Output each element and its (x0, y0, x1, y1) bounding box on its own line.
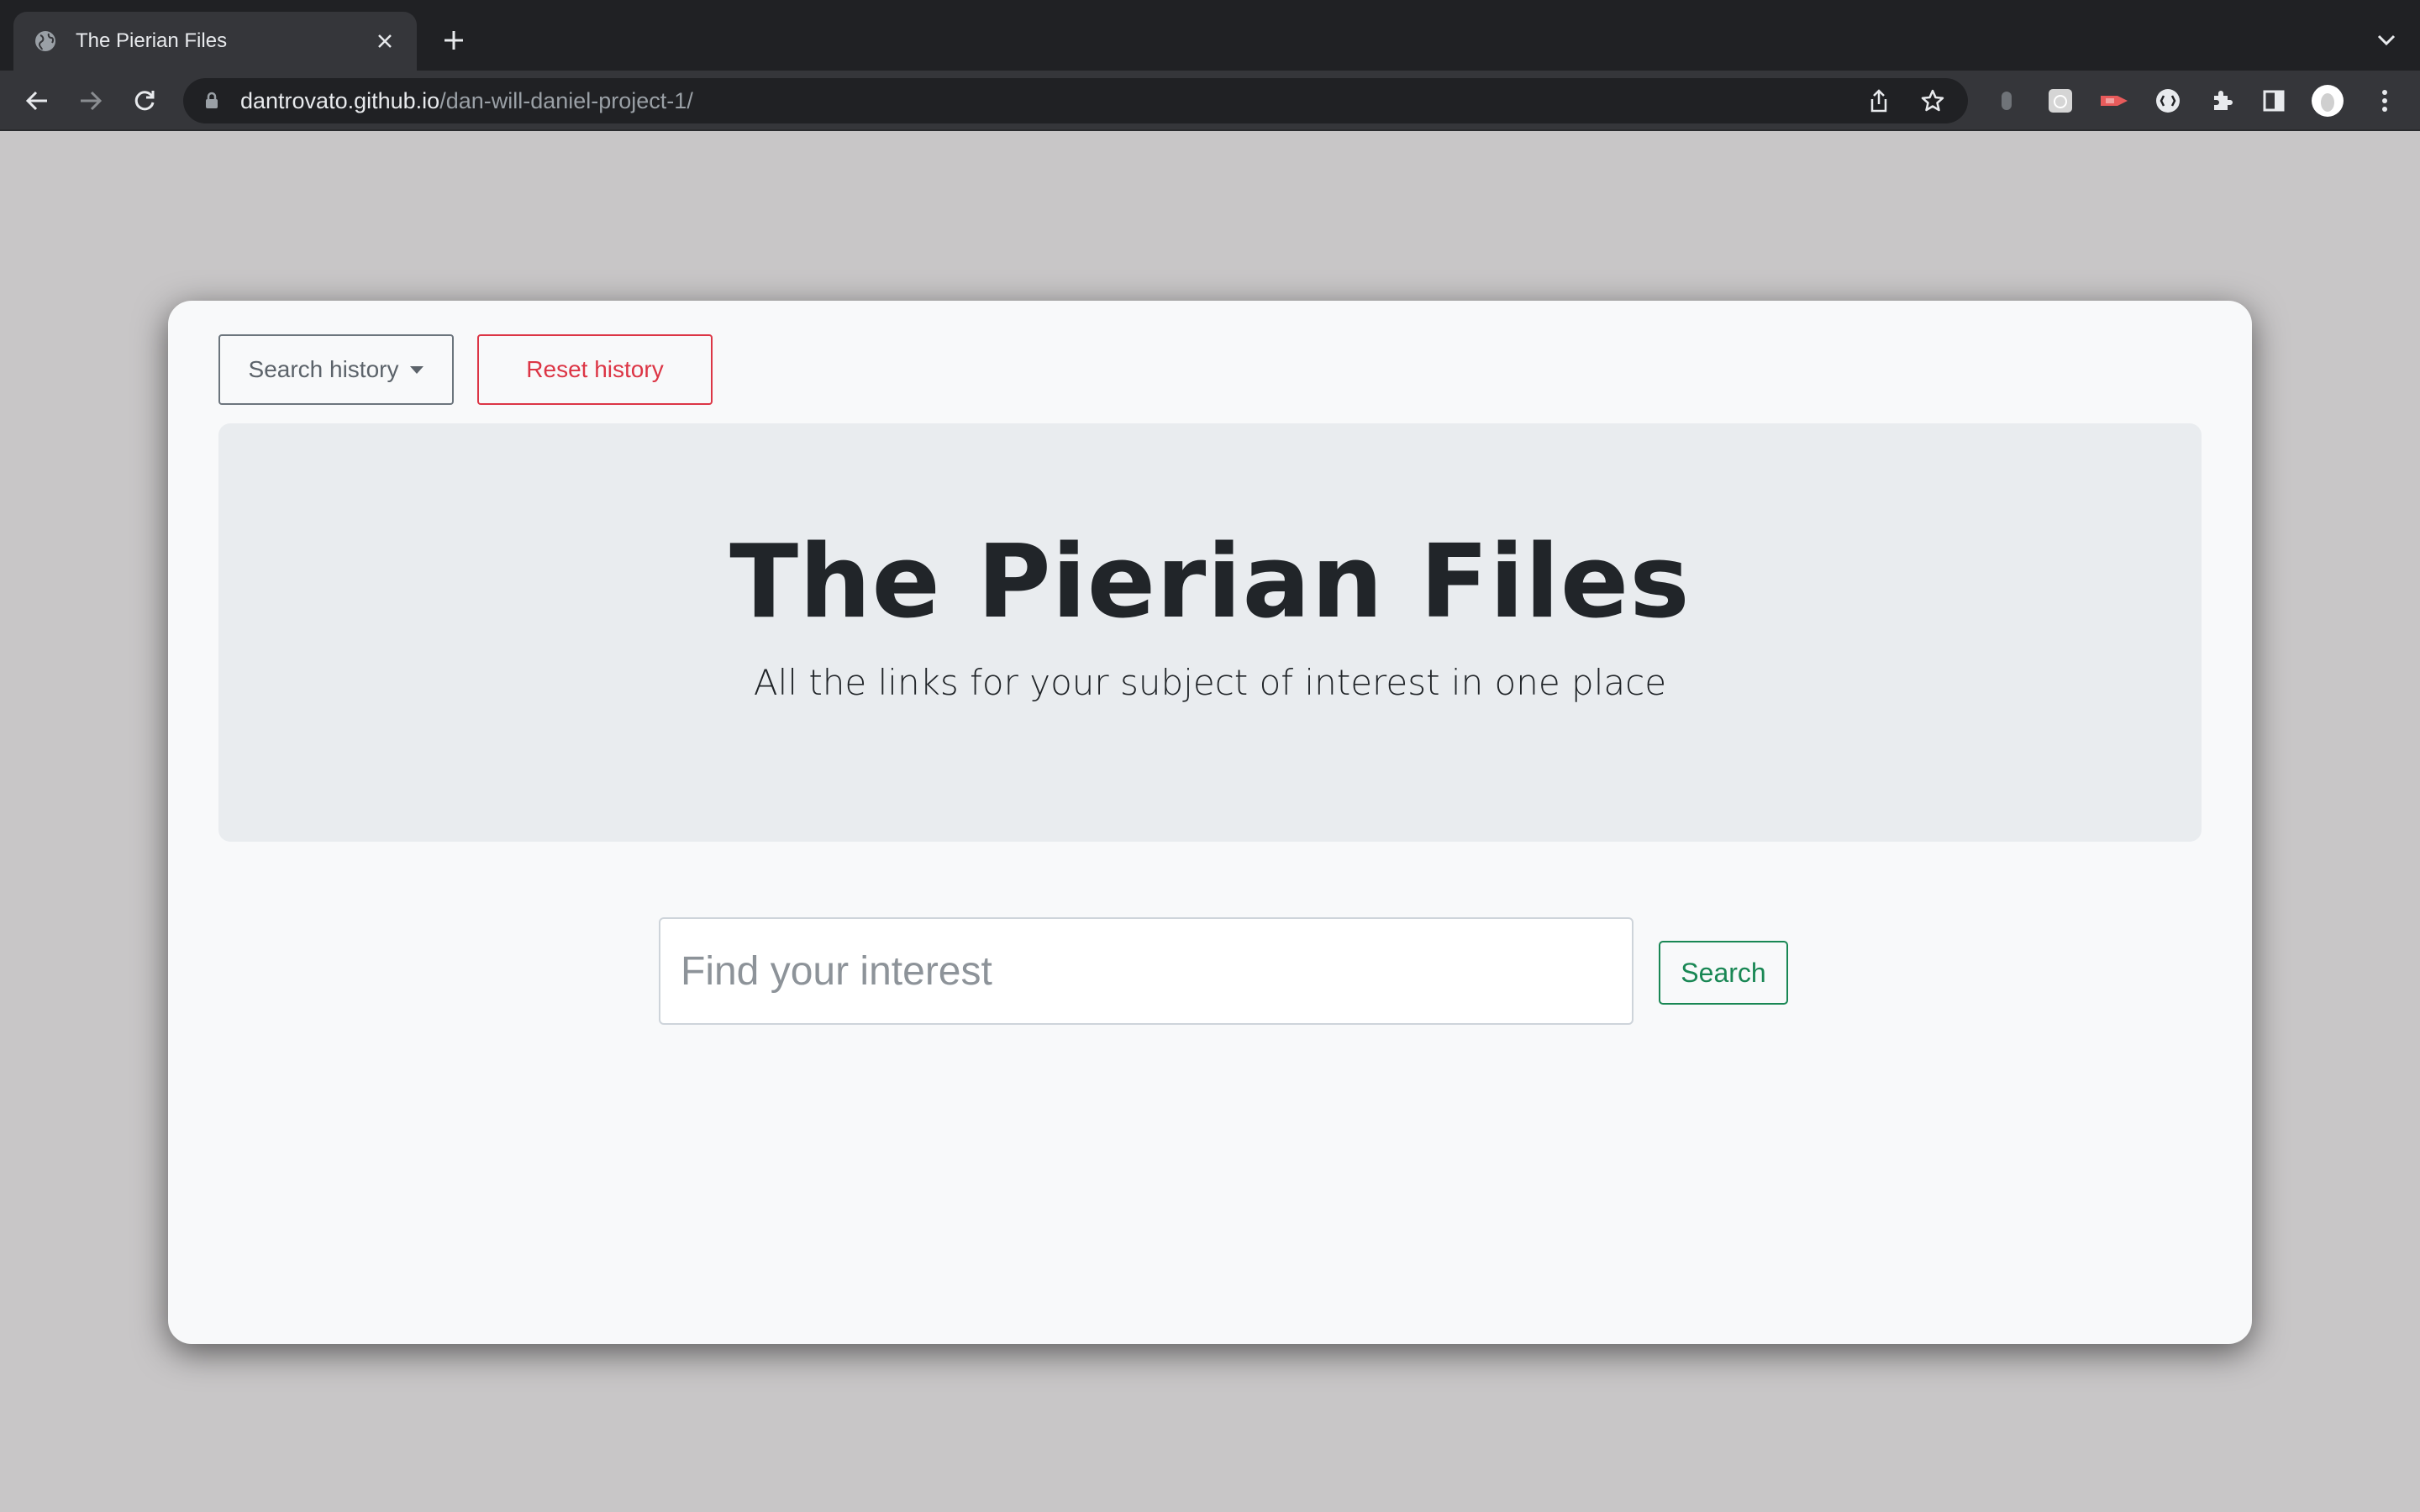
page-title: The Pierian Files (729, 524, 1691, 641)
chevron-down-icon[interactable] (2373, 27, 2400, 54)
kebab-menu-icon[interactable] (2368, 84, 2402, 118)
plus-icon[interactable] (439, 25, 469, 55)
star-icon[interactable] (1916, 84, 1949, 118)
globe-icon (34, 29, 57, 53)
reset-history-label: Reset history (526, 356, 664, 382)
extension-icon-1[interactable] (1990, 84, 2023, 118)
reset-history-button[interactable]: Reset history (477, 334, 713, 405)
url-text: dantrovato.github.io/dan-will-daniel-pro… (240, 88, 1842, 114)
url-host: dantrovato.github.io (240, 87, 440, 113)
puzzle-icon[interactable] (2205, 84, 2238, 118)
forward-arrow-icon[interactable] (74, 84, 108, 118)
tab-strip: The Pierian Files (0, 0, 2420, 71)
extension-icon-3[interactable] (2097, 84, 2131, 118)
search-button-label: Search (1681, 957, 1766, 988)
back-arrow-icon[interactable] (20, 84, 54, 118)
lock-icon[interactable] (202, 91, 222, 111)
share-icon[interactable] (1862, 84, 1896, 118)
extension-icon-2[interactable] (2044, 84, 2077, 118)
browser-tab[interactable]: The Pierian Files (13, 12, 417, 71)
page-subtitle: All the links for your subject of intere… (753, 662, 1667, 703)
avatar[interactable] (2311, 84, 2344, 118)
reload-icon[interactable] (128, 84, 161, 118)
search-history-dropdown[interactable]: Search history (218, 334, 454, 405)
browser-toolbar: dantrovato.github.io/dan-will-daniel-pro… (0, 71, 2420, 131)
tab-title: The Pierian Files (76, 29, 228, 52)
url-path: /dan-will-daniel-project-1/ (439, 87, 693, 113)
address-bar[interactable]: dantrovato.github.io/dan-will-daniel-pro… (183, 78, 1968, 123)
search-history-label: Search history (248, 356, 399, 382)
search-input[interactable] (659, 917, 1634, 1025)
search-button[interactable]: Search (1659, 941, 1788, 1005)
extension-icon-4[interactable] (2151, 84, 2185, 118)
close-icon[interactable] (373, 29, 397, 53)
hero-banner: The Pierian Files All the links for your… (218, 423, 2202, 842)
app-card: Search history Reset history The Pierian… (168, 301, 2252, 1344)
caret-down-icon (410, 365, 424, 374)
sidepanel-icon[interactable] (2257, 84, 2291, 118)
